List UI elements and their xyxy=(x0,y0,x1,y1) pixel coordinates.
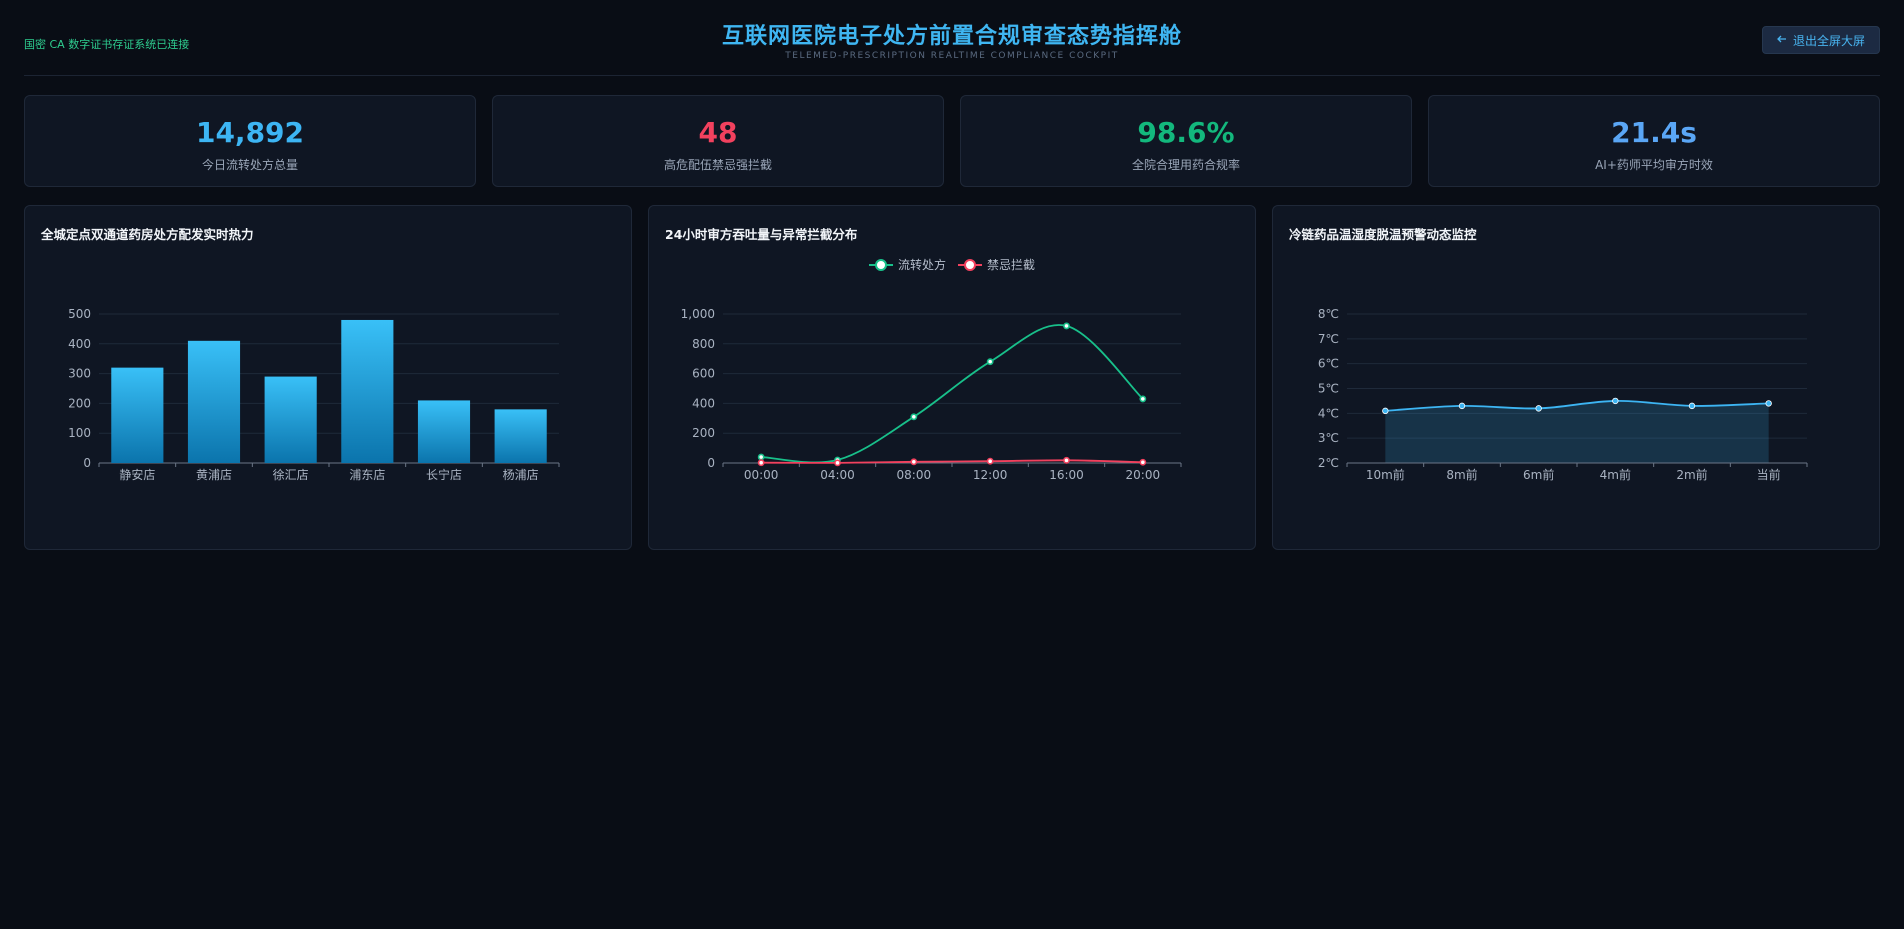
x-tick-label: 静安店 xyxy=(119,467,155,482)
x-tick-label: 8m前 xyxy=(1446,467,1477,482)
legend-label: 流转处方 xyxy=(897,258,946,272)
x-tick-label: 12:00 xyxy=(973,468,1008,482)
temperature-area-fill xyxy=(1385,400,1769,463)
throughput-panel: 0 200 400 600 800 1,000 00:00 04:00 08:00 12:00 16… xyxy=(648,205,1256,550)
arrow-left-icon xyxy=(1777,33,1787,47)
temperature-point-5 xyxy=(1765,400,1772,407)
cold-chain-panel: 2℃ 3℃ 4℃ 5℃ 6℃ 7℃ 8℃ 10m前 8m前 6m前 4m前 2m前 当前 冷链药品温湿度… xyxy=(1272,205,1880,550)
y-tick-label: 1,000 xyxy=(681,307,715,321)
kpi-card-high-risk-intercepts: 48 高危配伍禁忌强拦截 xyxy=(492,95,944,187)
panel-title: 全城定点双通道药房处方配发实时热力 xyxy=(41,227,254,242)
temperature-point-4 xyxy=(1688,402,1696,410)
x-tick-label: 04:00 xyxy=(820,468,855,482)
series-1-point-3 xyxy=(986,457,994,465)
y-tick-label: 100 xyxy=(68,426,91,440)
series-0-point-2 xyxy=(910,413,918,421)
series-0-point-5 xyxy=(1139,395,1147,403)
exit-fullscreen-label: 退出全屏大屏 xyxy=(1792,33,1865,48)
y-tick-label: 800 xyxy=(692,337,715,351)
x-tick-label: 浦东店 xyxy=(349,468,385,482)
x-tick-label: 16:00 xyxy=(1049,468,1084,482)
chart-legend: 流转处方 禁忌拦截 xyxy=(649,256,1255,273)
temperature-point-1 xyxy=(1458,402,1466,410)
y-tick-label: 400 xyxy=(692,396,715,410)
x-tick-label: 00:00 xyxy=(744,468,779,482)
y-tick-label: 3℃ xyxy=(1318,431,1339,445)
pharmacy-bar-chart: 0 100 200 300 400 500 静安店 黄浦店 徐汇店 浦东店 长宁店 杨浦店 xyxy=(68,307,560,482)
y-tick-label: 6℃ xyxy=(1318,357,1339,371)
x-tick-label: 20:00 xyxy=(1126,468,1161,482)
legend-item-intercepts[interactable]: 禁忌拦截 xyxy=(958,256,1035,273)
kpi-value: 14,892 xyxy=(195,116,305,149)
kpi-label: 今日流转处方总量 xyxy=(201,158,298,172)
y-tick-label: 200 xyxy=(68,396,91,410)
temperature-point-3 xyxy=(1612,397,1619,405)
series-0-point-0 xyxy=(757,453,765,461)
y-tick-label: 7℃ xyxy=(1318,332,1339,346)
x-tick-label: 长宁店 xyxy=(426,467,462,482)
bar-黄浦店 xyxy=(187,340,241,463)
bar-静安店 xyxy=(111,367,164,463)
y-tick-label: 8℃ xyxy=(1318,307,1339,321)
y-tick-label: 300 xyxy=(68,367,91,381)
bar-浦东店 xyxy=(341,319,394,463)
x-tick-label: 6m前 xyxy=(1523,467,1554,482)
cold-chain-area-chart: 2℃ 3℃ 4℃ 5℃ 6℃ 7℃ 8℃ 10m前 8m前 6m前 4m前 2m前 当前 xyxy=(1318,307,1808,482)
y-tick-label: 200 xyxy=(692,426,715,440)
kpi-label: 全院合理用药合规率 xyxy=(1131,158,1240,172)
series-1-point-1 xyxy=(834,459,841,467)
x-tick-label: 黄浦店 xyxy=(196,468,232,482)
x-tick-label: 08:00 xyxy=(897,468,932,482)
series-1-point-2 xyxy=(910,458,918,466)
x-tick-label: 徐汇店 xyxy=(273,467,309,482)
y-tick-label: 0 xyxy=(707,456,715,470)
kpi-label: 高危配伍禁忌强拦截 xyxy=(663,158,772,172)
kpi-card-compliance-rate: 98.6% 全院合理用药合规率 xyxy=(960,95,1412,187)
y-tick-label: 500 xyxy=(68,307,91,321)
kpi-label: AI+药师平均审方时效 xyxy=(1595,158,1713,172)
bar-杨浦店 xyxy=(494,409,547,463)
legend-marker xyxy=(958,258,982,272)
series-0-point-3 xyxy=(986,358,994,366)
x-tick-label: 杨浦店 xyxy=(503,467,539,482)
y-tick-label: 4℃ xyxy=(1318,406,1339,420)
exit-fullscreen-button[interactable]: 退出全屏大屏 xyxy=(1762,26,1880,54)
kpi-value: 98.6% xyxy=(1137,116,1235,149)
x-tick-label: 当前 xyxy=(1757,467,1781,482)
bar-长宁店 xyxy=(417,400,471,463)
x-tick-label: 10m前 xyxy=(1366,467,1405,482)
legend-marker xyxy=(868,258,893,272)
header-bar: 国密 CA 数字证书存证系统已连接 互联网医院电子处方前置合规审查态势指挥舱 T… xyxy=(24,0,1880,76)
pharmacy-heat-panel: 0 100 200 300 400 500 静安店 黄浦店 徐汇店 浦东店 长宁店 杨浦店 全城定点双… xyxy=(24,205,632,550)
series-line-0 xyxy=(761,324,1144,464)
temperature-point-2 xyxy=(1535,405,1542,412)
series-1-point-4 xyxy=(1063,456,1070,464)
temperature-point-0 xyxy=(1382,407,1389,415)
legend-item-prescriptions[interactable]: 流转处方 xyxy=(868,256,946,273)
panel-title: 24小时审方吞吐量与异常拦截分布 xyxy=(665,227,858,242)
kpi-card-total-prescriptions: 14,892 今日流转处方总量 xyxy=(24,95,476,187)
kpi-value: 21.4s xyxy=(1611,116,1697,149)
bar-徐汇店 xyxy=(264,376,317,463)
y-tick-label: 400 xyxy=(68,337,91,351)
panel-title: 冷链药品温湿度脱温预警动态监控 xyxy=(1289,227,1477,242)
x-tick-label: 2m前 xyxy=(1676,467,1707,482)
y-tick-label: 2℃ xyxy=(1318,456,1339,470)
legend-label: 禁忌拦截 xyxy=(987,258,1036,272)
x-tick-label: 4m前 xyxy=(1600,467,1631,482)
page-subtitle: TELEMED-PRESCRIPTION REALTIME COMPLIANCE… xyxy=(785,51,1119,61)
page-title: 互联网医院电子处方前置合规审查态势指挥舱 xyxy=(721,24,1182,49)
y-tick-label: 5℃ xyxy=(1318,382,1339,396)
y-tick-label: 600 xyxy=(692,367,715,381)
kpi-value: 48 xyxy=(698,116,738,149)
series-1-point-0 xyxy=(757,459,765,467)
series-1-point-5 xyxy=(1139,458,1147,466)
kpi-card-review-time: 21.4s AI+药师平均审方时效 xyxy=(1428,95,1880,187)
y-tick-label: 0 xyxy=(83,456,91,470)
series-0-point-4 xyxy=(1063,322,1070,330)
